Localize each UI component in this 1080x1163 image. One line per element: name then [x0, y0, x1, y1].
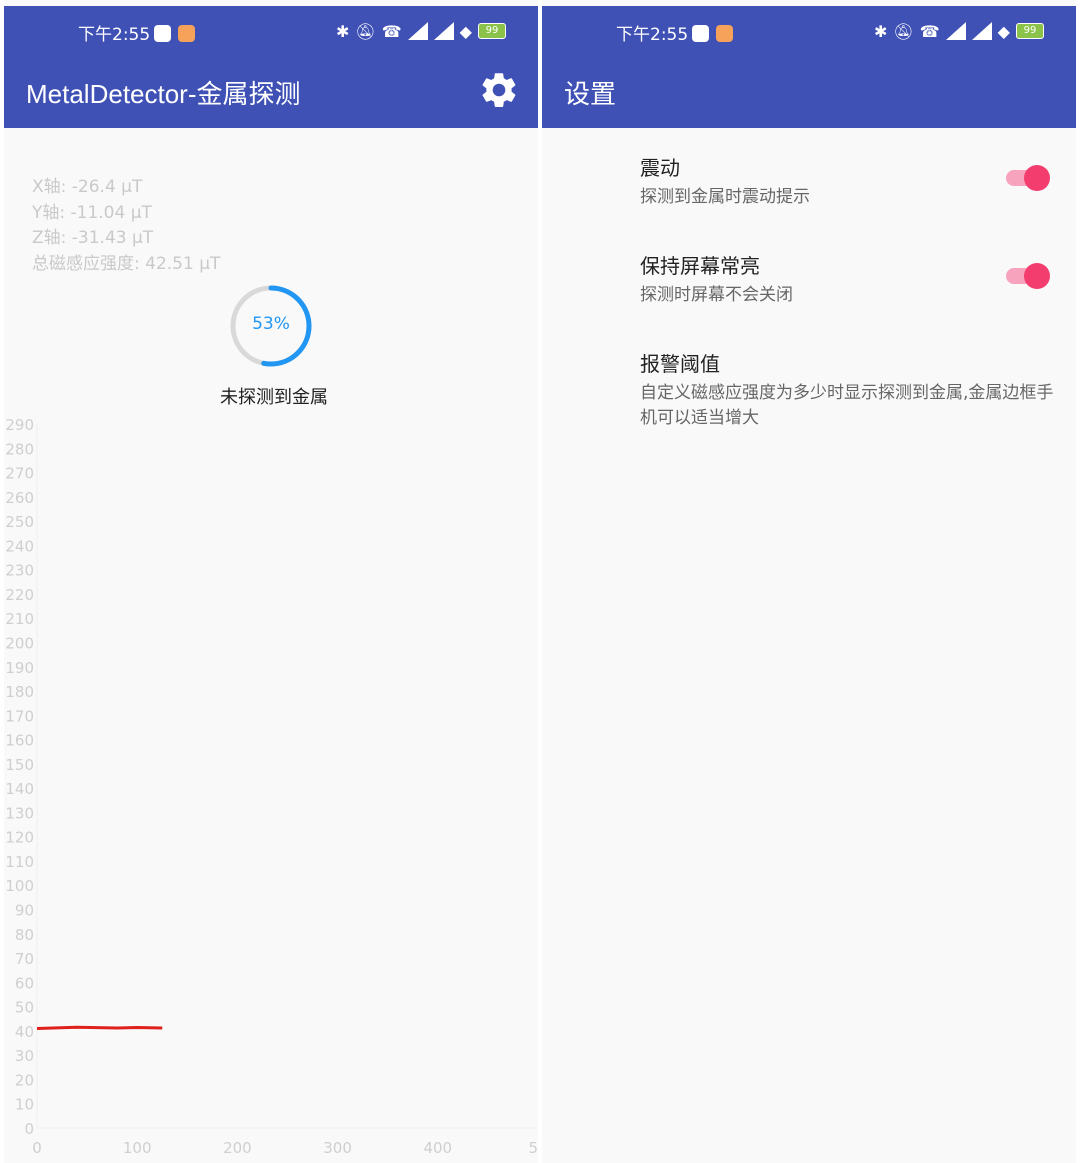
toggle-thumb	[1024, 263, 1050, 289]
y-tick-label: 0	[24, 1120, 34, 1138]
detection-status: 未探测到金属	[220, 387, 328, 408]
status-time: 下午2:55	[616, 25, 689, 45]
y-tick-label: 20	[15, 1071, 34, 1089]
y-tick-label: 10	[15, 1096, 34, 1114]
setting-alarm-threshold[interactable]: 报警阈值 自定义磁感应强度为多少时显示探测到金属,金属边框手机可以适当增大	[640, 348, 1056, 431]
status-icons: ✱ 🔕︎ ☎ ◆ 99	[336, 21, 506, 41]
y-tick-label: 70	[15, 950, 34, 968]
x-axis-reading: X轴: -26.4 μT	[32, 177, 143, 197]
wifi-icon: ◆	[459, 21, 472, 41]
status-bar: 下午2:55 ✱ 🔕︎ ☎ ◆ 99	[542, 6, 1076, 52]
magnetic-field-chart: 0 10 20 30 40 50 60 70 80 90 100 110 120 130 140 150 160…	[5, 416, 538, 1157]
setting-title: 报警阈值	[640, 352, 720, 376]
vibration-toggle[interactable]	[1002, 160, 1052, 196]
y-tick-label: 110	[5, 853, 34, 871]
x-tick-label: 400	[423, 1139, 452, 1157]
y-tick-label: 90	[15, 902, 34, 920]
setting-title: 保持屏幕常亮	[640, 254, 760, 278]
status-icons: ✱ 🔕︎ ☎ ◆ 99	[874, 21, 1044, 41]
y-tick-label: 220	[5, 586, 34, 604]
y-tick-label: 160	[5, 732, 34, 750]
wifi-icon: ◆	[997, 21, 1010, 41]
y-tick-label: 240	[5, 537, 34, 555]
keep-screen-on-toggle[interactable]	[1002, 258, 1052, 294]
status-time: 下午2:55	[78, 25, 151, 45]
x-tick-label: 300	[323, 1139, 352, 1157]
y-tick-label: 270	[5, 465, 34, 483]
wechat-icon	[154, 25, 171, 42]
signal-icon	[407, 22, 428, 40]
battery-icon: 99	[477, 23, 506, 39]
app-notification-icon	[178, 25, 195, 42]
setting-vibration[interactable]: 震动 探测到金属时震动提示	[640, 152, 1060, 210]
setting-title: 震动	[640, 156, 680, 180]
y-tick-label: 40	[15, 1023, 34, 1041]
y-tick-label: 100	[5, 877, 34, 895]
app-title: MetalDetector-金属探测	[26, 79, 301, 109]
total-field-reading: 总磁感应强度: 42.51 μT	[32, 254, 221, 274]
signal-icon	[945, 22, 966, 40]
hd-signal-icon	[433, 22, 454, 40]
x-tick-label: 0	[32, 1139, 42, 1157]
y-tick-label: 150	[5, 756, 34, 774]
y-tick-label: 170	[5, 707, 34, 725]
bluetooth-icon: ✱	[336, 21, 350, 41]
x-tick-label: 50	[528, 1139, 538, 1157]
y-tick-label: 280	[5, 440, 34, 458]
settings-title: 设置	[564, 79, 617, 109]
setting-summary: 探测到金属时震动提示	[640, 187, 810, 207]
y-tick-label: 230	[5, 562, 34, 580]
y-tick-label: 260	[5, 489, 34, 507]
y-tick-label: 190	[5, 659, 34, 677]
call-icon: ☎	[919, 21, 940, 41]
wechat-icon	[692, 25, 709, 42]
detector-screen: 下午2:55 ✱ 🔕︎ ☎ ◆ 99 MetalDetector-金属探测 X轴…	[4, 0, 538, 1163]
y-tick-label: 80	[15, 926, 34, 944]
y-tick-label: 200	[5, 634, 34, 652]
field-strength-line	[36, 1025, 163, 1030]
app-bar: MetalDetector-金属探测	[4, 52, 538, 128]
call-icon: ☎	[381, 21, 402, 41]
y-tick-label: 120	[5, 829, 34, 847]
y-tick-label: 60	[15, 974, 34, 992]
setting-keep-screen-on[interactable]: 保持屏幕常亮 探测时屏幕不会关闭	[640, 250, 1060, 308]
toggle-thumb	[1024, 165, 1050, 191]
mute-icon: 🔕︎	[893, 21, 914, 41]
y-tick-label: 30	[15, 1047, 34, 1065]
y-tick-label: 250	[5, 513, 34, 531]
y-tick-label: 180	[5, 683, 34, 701]
mute-icon: 🔕︎	[355, 21, 376, 41]
y-tick-label: 290	[5, 416, 34, 434]
status-bar: 下午2:55 ✱ 🔕︎ ☎ ◆ 99	[4, 6, 538, 52]
bluetooth-icon: ✱	[874, 21, 888, 41]
y-tick-label: 50	[15, 999, 34, 1017]
y-tick-label: 210	[5, 610, 34, 628]
settings-screen: 下午2:55 ✱ 🔕︎ ☎ ◆ 99 设置 震动 探测到金属时震动提示 保持屏幕…	[542, 0, 1076, 1163]
app-notification-icon	[716, 25, 733, 42]
y-tick-label: 140	[5, 780, 34, 798]
battery-icon: 99	[1015, 23, 1044, 39]
x-tick-label: 200	[223, 1139, 252, 1157]
y-tick-label: 130	[5, 804, 34, 822]
x-tick-label: 100	[123, 1139, 152, 1157]
settings-gear-icon[interactable]	[478, 69, 520, 111]
y-axis-reading: Y轴: -11.04 μT	[32, 203, 152, 223]
app-bar: 设置	[542, 52, 1076, 128]
z-axis-reading: Z轴: -31.43 μT	[32, 228, 154, 248]
hd-signal-icon	[971, 22, 992, 40]
setting-summary: 探测时屏幕不会关闭	[640, 285, 793, 305]
progress-percent: 53%	[252, 314, 290, 334]
setting-summary: 自定义磁感应强度为多少时显示探测到金属,金属边框手机可以适当增大	[640, 383, 1054, 428]
